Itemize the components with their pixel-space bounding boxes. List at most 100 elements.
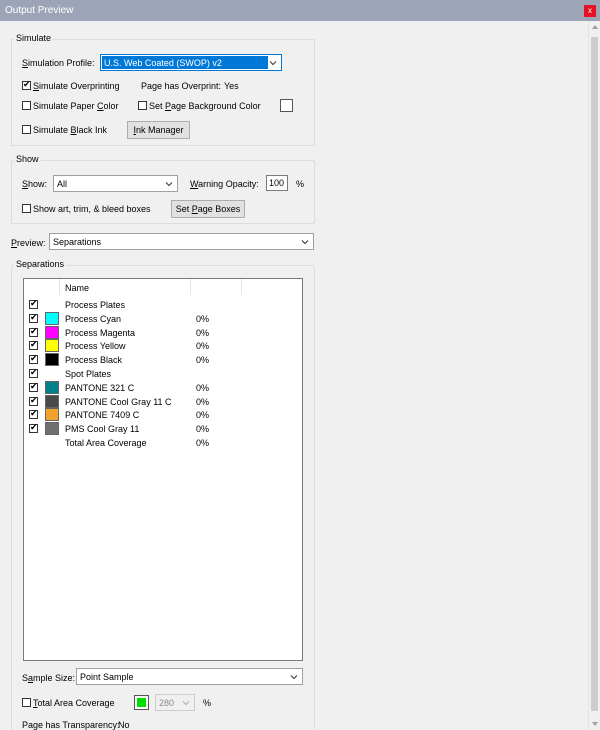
separation-name: PANTONE 321 C: [65, 382, 135, 393]
separation-coverage: 0%: [196, 424, 210, 435]
separation-row[interactable]: Process Yellow 0%: [24, 339, 302, 353]
separation-checkbox[interactable]: [29, 408, 38, 420]
preview-value: Separations: [53, 237, 102, 247]
sample-size-select[interactable]: Point Sample: [76, 668, 303, 685]
warning-opacity-label: Warning Opacity:: [190, 179, 259, 189]
show-label: Show:: [22, 179, 48, 189]
page-background-color-swatch[interactable]: [280, 99, 293, 112]
separation-row[interactable]: Spot Plates: [24, 367, 302, 381]
separation-checkbox[interactable]: [29, 395, 38, 406]
separation-row[interactable]: Process Black 0%: [24, 353, 302, 367]
warning-opacity-input[interactable]: 100: [266, 175, 288, 191]
page-has-overprint-value: Yes: [224, 81, 239, 91]
coverage-color-swatch[interactable]: [134, 695, 149, 710]
page-has-transparency-value: No: [118, 720, 130, 730]
simulation-profile-value: U.S. Web Coated (SWOP) v2: [104, 58, 222, 68]
separation-checkbox[interactable]: [29, 367, 38, 378]
simulate-group-label: Simulate: [14, 33, 54, 43]
ink-color-swatch: [45, 408, 59, 422]
column-name-label: Name: [65, 283, 90, 293]
separation-coverage: 0%: [196, 396, 210, 407]
column-header-name[interactable]: Name: [60, 279, 191, 295]
window-title: Output Preview: [5, 5, 74, 16]
separation-row[interactable]: PANTONE 321 C 0%: [24, 380, 302, 395]
separation-row[interactable]: PMS Cool Gray 11 0%: [24, 422, 302, 436]
separation-row[interactable]: Process Cyan 0%: [24, 311, 302, 326]
chevron-down-icon: [164, 179, 174, 189]
scrollbar-thumb[interactable]: [591, 37, 598, 711]
separation-checkbox[interactable]: [29, 326, 38, 337]
separation-row[interactable]: PANTONE 7409 C 0%: [24, 408, 302, 422]
show-select[interactable]: All: [53, 175, 178, 192]
simulate-black-ink-checkbox[interactable]: [22, 125, 31, 134]
column-header-check: [24, 279, 60, 295]
separation-name: Spot Plates: [65, 369, 112, 379]
separation-name: Process Black: [65, 355, 123, 366]
sample-size-value: Point Sample: [80, 672, 134, 682]
show-group-label: Show: [14, 154, 41, 164]
set-page-boxes-button[interactable]: Set Page Boxes: [171, 200, 245, 218]
coverage-value: 280: [159, 698, 175, 708]
set-page-background-color-checkbox[interactable]: [138, 101, 147, 110]
warning-opacity-value: 100: [269, 178, 285, 188]
close-icon: x: [588, 6, 592, 15]
sample-size-label: Sample Size:: [22, 673, 76, 683]
column-header-coverage[interactable]: [191, 279, 242, 295]
separation-name: PMS Cool Gray 11: [65, 424, 140, 435]
separation-checkbox[interactable]: [29, 312, 38, 323]
chevron-down-icon: [289, 672, 299, 682]
separation-coverage: 0%: [196, 327, 210, 338]
close-button[interactable]: x: [584, 5, 596, 17]
scroll-down-arrow-icon[interactable]: [592, 722, 598, 726]
show-art-trim-bleed-label: Show art, trim, & bleed boxes: [33, 204, 151, 214]
simulation-profile-select[interactable]: U.S. Web Coated (SWOP) v2: [100, 54, 282, 71]
separation-checkbox[interactable]: [29, 353, 38, 365]
simulate-paper-color-label: Simulate Paper Color: [33, 101, 119, 111]
ink-color-swatch: [45, 311, 59, 325]
vertical-scrollbar[interactable]: [588, 21, 600, 730]
coverage-value-select[interactable]: 280: [155, 694, 195, 711]
separation-name: Total Area Coverage: [65, 438, 147, 448]
separation-coverage: 0%: [196, 438, 210, 448]
separation-checkbox[interactable]: [29, 422, 38, 434]
simulation-profile-label: Simulation Profile:: [22, 58, 95, 68]
simulate-overprinting-label: Simulate Overprinting: [33, 81, 120, 91]
coverage-color-fill: [137, 698, 146, 707]
ink-manager-button[interactable]: Ink Manager: [127, 121, 190, 139]
separation-name: Process Yellow: [65, 341, 126, 352]
show-art-trim-bleed-checkbox[interactable]: [22, 204, 31, 213]
simulate-black-ink-label: Simulate Black Ink: [33, 125, 108, 135]
chevron-down-icon: [268, 58, 278, 68]
coverage-unit: %: [203, 698, 212, 708]
scroll-up-arrow-icon[interactable]: [592, 25, 598, 29]
separations-list[interactable]: Name Process PlatesProcess Cyan0%Process…: [23, 278, 303, 661]
separation-coverage: 0%: [196, 410, 210, 421]
total-area-coverage-label: Total Area Coverage: [33, 698, 115, 708]
warning-opacity-unit: %: [296, 179, 305, 189]
show-value: All: [57, 179, 68, 189]
separation-name: Process Magenta: [65, 327, 136, 338]
separation-row[interactable]: Process Magenta 0%: [24, 325, 302, 340]
page-has-overprint-label: Page has Overprint:: [141, 81, 222, 91]
simulate-overprinting-checkbox[interactable]: [22, 79, 31, 90]
chevron-down-icon: [300, 237, 310, 247]
separation-name: PANTONE Cool Gray 11 C: [65, 396, 172, 407]
preview-select[interactable]: Separations: [49, 233, 314, 250]
separation-row[interactable]: Total Area Coverage 0%: [24, 436, 302, 450]
separation-coverage: 0%: [196, 355, 210, 366]
separation-row[interactable]: PANTONE Cool Gray 11 C 0%: [24, 394, 302, 409]
title-bar: Output Preview: [0, 0, 600, 21]
separation-checkbox[interactable]: [29, 339, 38, 351]
show-group: [11, 160, 315, 224]
separation-checkbox[interactable]: [29, 381, 38, 392]
ink-color-swatch: [45, 353, 59, 367]
simulate-paper-color-checkbox[interactable]: [22, 101, 31, 110]
ink-color-swatch: [45, 339, 59, 353]
separation-name: Process Cyan: [65, 313, 122, 324]
total-area-coverage-checkbox[interactable]: [22, 698, 31, 707]
separation-coverage: 0%: [196, 341, 210, 352]
separation-name: Process Plates: [65, 300, 126, 310]
preview-label: Preview:: [11, 238, 46, 248]
separation-checkbox[interactable]: [29, 298, 38, 309]
separation-row[interactable]: Process Plates: [24, 298, 302, 312]
